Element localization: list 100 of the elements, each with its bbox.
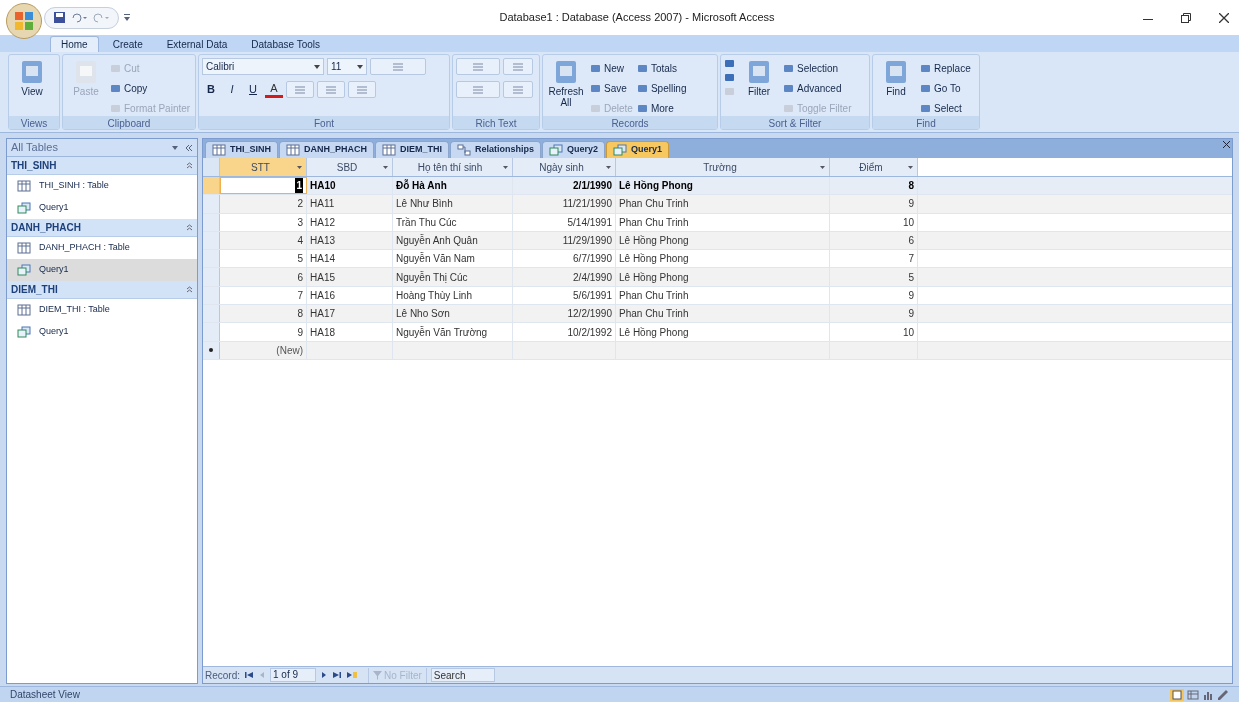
- format-button[interactable]: I: [223, 81, 241, 98]
- ribbon-tab[interactable]: Create: [102, 36, 153, 52]
- design-view-icon[interactable]: [1217, 688, 1229, 701]
- ribbon-button[interactable]: Advanced: [783, 78, 852, 98]
- table-cell-text: 10: [902, 215, 914, 230]
- ribbon-button[interactable]: Replace: [920, 58, 971, 78]
- format-button[interactable]: A: [265, 81, 283, 98]
- dropdown-icon[interactable]: [357, 64, 363, 69]
- format-button[interactable]: U: [244, 81, 262, 98]
- table-cell-text: 6: [908, 234, 914, 249]
- table-cell: Nguyễn Anh Quân: [396, 233, 478, 249]
- command-icon: [920, 102, 931, 114]
- nav-group-header[interactable]: DANH_PHACH: [7, 219, 197, 237]
- table-cell-text: Nguyễn Thị Cúc: [396, 270, 468, 285]
- ribbon-button[interactable]: Go To: [920, 78, 971, 98]
- first-record-icon[interactable]: [244, 671, 254, 679]
- ribbon-button[interactable]: Save: [590, 78, 633, 98]
- table-cell-text: HA15: [310, 270, 335, 285]
- ribbon-tab[interactable]: External Data: [156, 36, 238, 52]
- table-cell-text: 4: [297, 234, 303, 249]
- column-header[interactable]: SBD: [307, 158, 393, 176]
- collapse-icon[interactable]: [186, 286, 193, 293]
- dropdown-icon[interactable]: [297, 165, 302, 169]
- document-tab[interactable]: THI_SINH: [205, 141, 278, 158]
- ribbon-tab[interactable]: Home: [50, 36, 99, 52]
- table-cell-text: 2/1/1990: [573, 179, 612, 194]
- lines-icon: [513, 62, 523, 71]
- record-number-field[interactable]: 1 of 9: [270, 668, 316, 682]
- dropdown-icon[interactable]: [908, 165, 913, 169]
- dropdown-icon[interactable]: [606, 165, 611, 169]
- nav-group-header[interactable]: DIEM_THI: [7, 281, 197, 299]
- column-header[interactable]: Trường: [616, 158, 830, 176]
- datasheet-view-icon[interactable]: [1170, 688, 1184, 701]
- ribbon-button[interactable]: Copy: [110, 78, 191, 98]
- command-icon: [636, 82, 648, 94]
- column-header[interactable]: STT: [220, 158, 307, 176]
- table-cell-text: Lê Như Bình: [396, 197, 453, 212]
- ribbon-button[interactable]: Totals: [636, 58, 687, 78]
- ribbon-button[interactable]: More: [636, 98, 687, 118]
- document-tab[interactable]: Query1: [606, 141, 670, 158]
- new-record-marker-icon: [209, 348, 213, 353]
- column-header[interactable]: Họ tên thí sinh: [393, 158, 513, 176]
- document-tab[interactable]: Relationships: [450, 141, 542, 158]
- record-label: Record:: [205, 668, 240, 683]
- new-record-icon[interactable]: [346, 671, 358, 679]
- undo-icon[interactable]: [70, 11, 88, 24]
- search-field[interactable]: Search: [430, 668, 495, 682]
- restore-icon[interactable]: [1181, 12, 1191, 23]
- document-tab[interactable]: DIEM_THI: [375, 141, 450, 158]
- ribbon-button[interactable]: New: [590, 58, 633, 78]
- next-record-icon[interactable]: [320, 671, 328, 679]
- table-cell-text: Lê Hồng Phong: [619, 234, 689, 249]
- table-icon: [382, 144, 397, 156]
- dropdown-icon[interactable]: [314, 64, 320, 69]
- redo-icon[interactable]: [92, 11, 110, 24]
- save-icon[interactable]: [53, 11, 66, 24]
- office-button[interactable]: [6, 3, 42, 39]
- document-tab[interactable]: Query2: [542, 141, 606, 158]
- table-cell-text: Lê Hồng Phong: [619, 179, 693, 194]
- ribbon-button[interactable]: Find: [876, 58, 916, 97]
- table-icon: [17, 242, 31, 254]
- dropdown-icon[interactable]: [820, 165, 825, 169]
- table-cell-text: 6/7/1990: [573, 252, 612, 267]
- nav-group-header[interactable]: THI_SINH: [7, 157, 197, 175]
- nav-item[interactable]: Query1: [7, 259, 197, 281]
- command-icon: [724, 72, 735, 83]
- ribbon-tab[interactable]: Database Tools: [241, 36, 331, 52]
- table-cell-text: HA13: [310, 234, 335, 249]
- ribbon-button[interactable]: Refresh All: [546, 58, 586, 108]
- pivot-table-icon[interactable]: [1187, 688, 1199, 701]
- customize-toolbar-icon[interactable]: [123, 12, 131, 23]
- last-record-icon[interactable]: [332, 671, 342, 679]
- table-cell-text: Phan Chu Trinh: [619, 307, 689, 322]
- ribbon-button[interactable]: Filter: [739, 58, 779, 97]
- lines-icon: [513, 85, 523, 94]
- column-header[interactable]: Điểm: [830, 158, 918, 176]
- close-icon[interactable]: [1223, 141, 1230, 148]
- ribbon-button[interactable]: Spelling: [636, 78, 687, 98]
- command-icon: [110, 62, 121, 74]
- table-cell: Đỗ Hà Anh: [396, 178, 447, 194]
- format-button[interactable]: B: [202, 81, 220, 98]
- command-icon: [590, 82, 601, 94]
- dropdown-icon[interactable]: [171, 143, 179, 152]
- dropdown-icon[interactable]: [503, 165, 508, 169]
- collapse-icon[interactable]: [186, 224, 193, 231]
- ribbon-button[interactable]: View: [12, 58, 52, 97]
- collapse-icon[interactable]: [186, 162, 193, 169]
- collapse-pane-icon[interactable]: [185, 143, 193, 152]
- font-name-field[interactable]: Calibri: [202, 58, 324, 75]
- table-cell-text: 8: [908, 179, 914, 194]
- table-cell-text: HA16: [310, 288, 335, 303]
- document-tab[interactable]: DANH_PHACH: [279, 141, 375, 158]
- column-header[interactable]: Ngày sinh: [513, 158, 616, 176]
- table-cell-text: HA17: [310, 307, 335, 322]
- table-cell-text: 6: [297, 270, 303, 285]
- dropdown-icon[interactable]: [383, 165, 388, 169]
- ribbon-button[interactable]: Select: [920, 98, 971, 118]
- close-icon[interactable]: [1219, 12, 1229, 23]
- ribbon-button[interactable]: Selection: [783, 58, 852, 78]
- font-size-field[interactable]: 11: [327, 58, 367, 75]
